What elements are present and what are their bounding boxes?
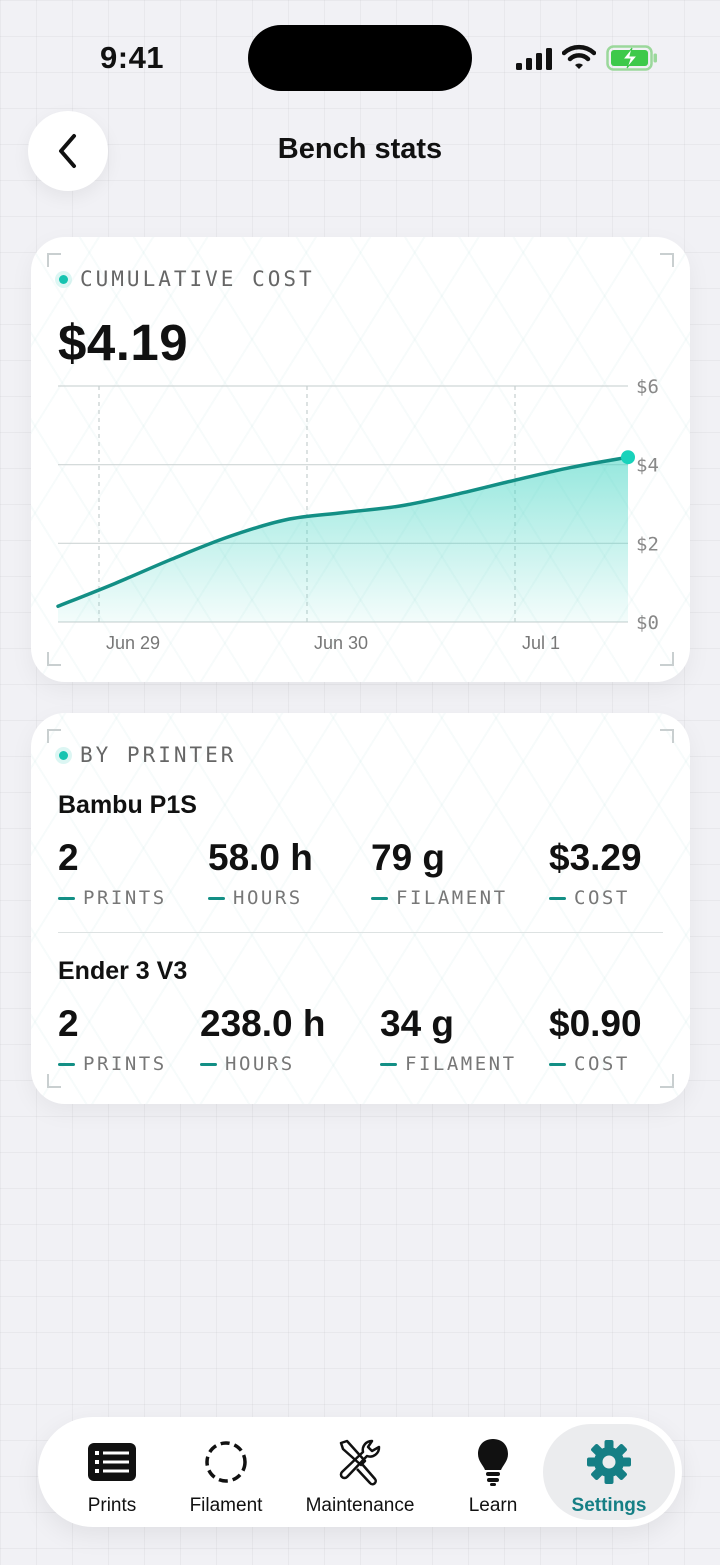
tab-label: Learn bbox=[468, 1495, 518, 1516]
stat-value: $0.90 bbox=[549, 1003, 642, 1044]
tab-learn[interactable]: Learn bbox=[456, 1417, 530, 1527]
y-tick-label: $2 bbox=[636, 533, 659, 555]
cellular-signal-icon bbox=[516, 48, 552, 70]
section-label-text: BY PRINTER bbox=[80, 743, 237, 767]
status-time: 9:41 bbox=[100, 40, 165, 75]
printer-name: Ender 3 V3 bbox=[58, 957, 188, 985]
stat-label: HOURS bbox=[200, 1053, 325, 1075]
cumulative-cost-card: CUMULATIVE COST $4.19 $0 $2 $4 $6 Jun 29 Jun … bbox=[31, 237, 690, 682]
stat-value: 79 g bbox=[371, 837, 446, 878]
x-tick-label: Jun 30 bbox=[314, 633, 368, 653]
stat-hours: 238.0 h HOURS bbox=[200, 1003, 325, 1075]
wifi-icon bbox=[562, 44, 596, 69]
by-printer-label: BY PRINTER bbox=[59, 743, 236, 767]
lightbulb-icon bbox=[478, 1439, 508, 1486]
tab-filament[interactable]: Filament bbox=[181, 1417, 271, 1527]
stat-label: COST bbox=[549, 887, 642, 909]
list-icon bbox=[88, 1443, 136, 1481]
chart-endpoint-dot bbox=[621, 450, 635, 465]
tab-label: Filament bbox=[189, 1495, 263, 1516]
stat-label: FILAMENT bbox=[371, 887, 508, 909]
status-dot bbox=[59, 750, 68, 760]
stat-cost: $0.90 COST bbox=[549, 1003, 642, 1075]
tools-icon bbox=[339, 1439, 381, 1486]
status-bar: 9:41 bbox=[0, 0, 720, 110]
corner-mark bbox=[660, 729, 674, 743]
stat-value: 238.0 h bbox=[200, 1003, 326, 1044]
page-title: Bench stats bbox=[277, 133, 443, 165]
stat-label: FILAMENT bbox=[380, 1053, 517, 1075]
x-tick-label: Jul 1 bbox=[522, 633, 560, 653]
stat-value: 2 bbox=[58, 837, 79, 878]
printer-divider bbox=[58, 932, 663, 933]
stat-cost: $3.29 COST bbox=[549, 837, 642, 909]
y-tick-label: $4 bbox=[636, 455, 659, 477]
stat-label: HOURS bbox=[208, 887, 313, 909]
by-printer-card: BY PRINTER Bambu P1S 2 PRINTS 58.0 h HOU… bbox=[31, 713, 690, 1104]
corner-mark bbox=[47, 1074, 61, 1088]
gear-icon bbox=[587, 1440, 631, 1484]
stat-label: PRINTS bbox=[58, 887, 167, 909]
stat-prints: 2 PRINTS bbox=[58, 837, 167, 909]
corner-mark bbox=[47, 729, 61, 743]
stat-label: COST bbox=[549, 1053, 642, 1075]
tab-label: Prints bbox=[87, 1495, 137, 1516]
y-tick-label: $0 bbox=[636, 612, 659, 634]
dynamic-island bbox=[248, 25, 472, 91]
tab-settings[interactable]: Settings bbox=[543, 1424, 675, 1520]
stat-value: 34 g bbox=[380, 1003, 455, 1044]
filament-spool-icon bbox=[205, 1441, 247, 1483]
stat-value: 58.0 h bbox=[208, 837, 313, 878]
corner-mark bbox=[660, 1074, 674, 1088]
y-tick-label: $6 bbox=[636, 376, 659, 398]
tab-bar: Prints Filament Maintenance Learn Settin… bbox=[38, 1417, 682, 1527]
cumulative-cost-chart: $0 $2 $4 $6 Jun 29 Jun 30 Jul 1 bbox=[56, 376, 659, 653]
battery-charging-icon bbox=[606, 45, 657, 71]
tab-prints[interactable]: Prints bbox=[72, 1417, 152, 1527]
tab-label: Settings bbox=[571, 1495, 647, 1516]
stat-label: PRINTS bbox=[58, 1053, 167, 1075]
stat-prints: 2 PRINTS bbox=[58, 1003, 167, 1075]
chart-area-fill bbox=[58, 457, 628, 622]
printer-name: Bambu P1S bbox=[58, 791, 197, 819]
stat-filament: 79 g FILAMENT bbox=[371, 837, 508, 909]
stat-value: 2 bbox=[58, 1003, 79, 1044]
stat-hours: 58.0 h HOURS bbox=[208, 837, 313, 909]
tab-maintenance[interactable]: Maintenance bbox=[300, 1417, 420, 1527]
x-tick-label: Jun 29 bbox=[106, 633, 160, 653]
stat-filament: 34 g FILAMENT bbox=[380, 1003, 517, 1075]
stat-value: $3.29 bbox=[549, 837, 642, 878]
tab-label: Maintenance bbox=[305, 1495, 415, 1516]
